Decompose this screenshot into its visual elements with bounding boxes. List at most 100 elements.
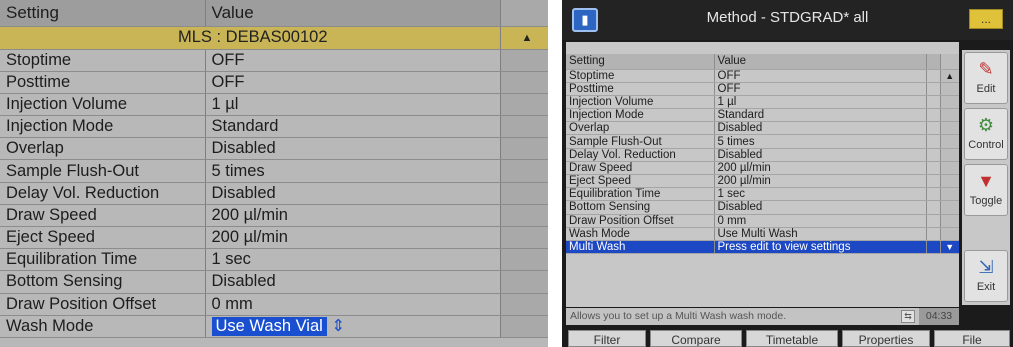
right-table-row[interactable]: Draw Position Offset 0 mm — [566, 214, 959, 228]
left-table-row[interactable]: Stoptime OFF — [0, 49, 548, 72]
right-row-value: 0 mm — [714, 214, 927, 228]
right-row-setting: Multi Wash — [566, 240, 715, 255]
book-icon[interactable]: ▮ — [572, 8, 598, 32]
keyboard-icon[interactable]: ⇆ — [901, 310, 915, 323]
right-table-row[interactable]: Stoptime OFF ▲ — [566, 69, 959, 83]
right-row-setting: Stoptime — [566, 69, 715, 83]
left-table-row[interactable]: Eject Speed 200 µl/min — [0, 226, 548, 250]
right-scrollbar-cell[interactable] — [940, 187, 959, 202]
wash-mode-selector[interactable]: Use Wash Vial — [211, 317, 327, 337]
right-table-row[interactable]: Bottom Sensing Disabled — [566, 200, 959, 215]
right-header-value: Value — [714, 54, 927, 70]
corner-menu-button[interactable]: ... — [969, 9, 1003, 29]
right-header-blank — [926, 54, 941, 70]
toggle-button[interactable]: ▼ Toggle — [964, 164, 1008, 216]
left-row-value: 5 times — [205, 159, 501, 183]
left-scrollbar-track[interactable] — [500, 137, 548, 161]
right-table-row[interactable]: Multi Wash Press edit to view settings ▼ — [566, 240, 959, 255]
right-scrollbar-cell[interactable] — [940, 174, 959, 189]
right-scrollbar-cell[interactable]: ▼ — [940, 240, 959, 255]
right-header-setting: Setting — [566, 54, 715, 70]
left-table-row[interactable]: Wash Mode Use Wash Vial ⇕ — [0, 315, 548, 338]
right-table-row[interactable]: Delay Vol. Reduction Disabled — [566, 148, 959, 162]
right-table-row[interactable]: Equilibration Time 1 sec — [566, 187, 959, 202]
right-row-value: 200 µl/min — [714, 161, 927, 176]
left-scrollbar-track[interactable] — [500, 93, 548, 117]
right-row-spacer — [926, 69, 941, 83]
right-table-row[interactable]: Injection Mode Standard — [566, 108, 959, 123]
tab-filter[interactable]: Filter — [568, 330, 646, 347]
tab-timetable[interactable]: Timetable — [746, 330, 838, 347]
left-table-row[interactable]: Injection Mode Standard — [0, 115, 548, 139]
control-icon: ⚙ — [977, 115, 995, 135]
right-scrollbar-cell[interactable] — [940, 82, 959, 96]
left-table-row[interactable]: Overlap Disabled — [0, 137, 548, 161]
right-scrollbar-cell[interactable] — [940, 108, 959, 123]
edit-button-label: Edit — [976, 83, 996, 95]
right-scrollbar-cell[interactable] — [940, 214, 959, 228]
right-table-row[interactable]: Overlap Disabled — [566, 121, 959, 136]
right-row-value: 200 µl/min — [714, 174, 927, 189]
left-table-row[interactable]: Bottom Sensing Disabled — [0, 270, 548, 294]
left-header-setting: Setting — [0, 0, 206, 27]
right-scrollbar-cell[interactable] — [940, 121, 959, 136]
left-table-row[interactable]: Draw Speed 200 µl/min — [0, 204, 548, 228]
right-table-row[interactable]: Injection Volume 1 µl — [566, 95, 959, 110]
left-scrollbar-track[interactable] — [500, 115, 548, 139]
tab-properties[interactable]: Properties — [842, 330, 930, 347]
left-scroll-up[interactable]: ▲ — [500, 26, 548, 50]
right-table-row[interactable]: Posttime OFF — [566, 82, 959, 96]
left-table-row[interactable]: Equilibration Time 1 sec — [0, 248, 548, 272]
right-table-row[interactable]: Wash Mode Use Multi Wash — [566, 227, 959, 241]
left-scrollbar-track[interactable] — [500, 182, 548, 205]
right-table-row[interactable]: Sample Flush-Out 5 times — [566, 134, 959, 149]
left-row-value-text: 200 µl/min — [211, 205, 288, 224]
left-row-value: Disabled — [205, 137, 501, 161]
spinner-icon[interactable]: ⇕ — [331, 317, 345, 335]
right-row-spacer — [926, 121, 941, 136]
toggle-icon: ▼ — [977, 171, 995, 191]
edit-button[interactable]: ✎ Edit — [964, 52, 1008, 104]
right-scrollbar-cell[interactable] — [940, 200, 959, 215]
left-scrollbar-track[interactable] — [500, 315, 548, 338]
tab-compare[interactable]: Compare — [650, 330, 742, 347]
right-table-row[interactable]: Draw Speed 200 µl/min — [566, 161, 959, 176]
left-scrollbar-top — [500, 0, 548, 27]
left-scrollbar-track[interactable] — [500, 226, 548, 250]
right-scrollbar-cell[interactable] — [940, 134, 959, 149]
left-scrollbar-track[interactable] — [500, 204, 548, 228]
status-text: Allows you to set up a Multi Wash wash m… — [570, 310, 787, 322]
left-row-value-text: 0 mm — [211, 294, 253, 313]
left-scrollbar-track[interactable] — [500, 270, 548, 294]
right-table-row[interactable]: Eject Speed 200 µl/min — [566, 174, 959, 189]
left-table-row[interactable]: Draw Position Offset 0 mm — [0, 293, 548, 316]
left-row-value[interactable]: Use Wash Vial ⇕ — [205, 315, 501, 338]
left-scrollbar-track[interactable] — [500, 49, 548, 72]
right-row-spacer — [926, 108, 941, 123]
left-row-value: OFF — [205, 71, 501, 94]
right-row-value: Press edit to view settings — [714, 240, 927, 255]
left-row-setting: Wash Mode — [0, 315, 206, 338]
right-row-setting: Wash Mode — [566, 227, 715, 241]
right-scrollbar-cell[interactable] — [940, 148, 959, 162]
control-button[interactable]: ⚙ Control — [964, 108, 1008, 160]
tab-file[interactable]: File — [934, 330, 1010, 347]
right-row-setting: Eject Speed — [566, 174, 715, 189]
left-table-row[interactable]: Sample Flush-Out 5 times — [0, 159, 548, 183]
left-scrollbar-track[interactable] — [500, 159, 548, 183]
right-scrollbar-cell[interactable] — [940, 227, 959, 241]
left-scrollbar-track[interactable] — [500, 293, 548, 316]
left-scrollbar-track[interactable] — [500, 71, 548, 94]
right-scrollbar-cell[interactable] — [940, 95, 959, 110]
left-table-row[interactable]: Posttime OFF — [0, 71, 548, 94]
right-scrollbar-cell[interactable]: ▲ — [940, 69, 959, 83]
left-scrollbar-track[interactable] — [500, 248, 548, 272]
right-scrollbar-cell[interactable] — [940, 161, 959, 176]
left-table-row[interactable]: Delay Vol. Reduction Disabled — [0, 182, 548, 205]
exit-button[interactable]: ⇲ Exit — [964, 250, 1008, 302]
left-table-row[interactable]: Injection Volume 1 µl — [0, 93, 548, 117]
left-row-value-text: 200 µl/min — [211, 228, 288, 247]
side-button-bar: ✎ Edit ⚙ Control ▼ Toggle ⇲ Exit — [962, 50, 1010, 305]
left-row-setting: Bottom Sensing — [0, 270, 206, 294]
left-row-value-text: OFF — [211, 50, 245, 69]
